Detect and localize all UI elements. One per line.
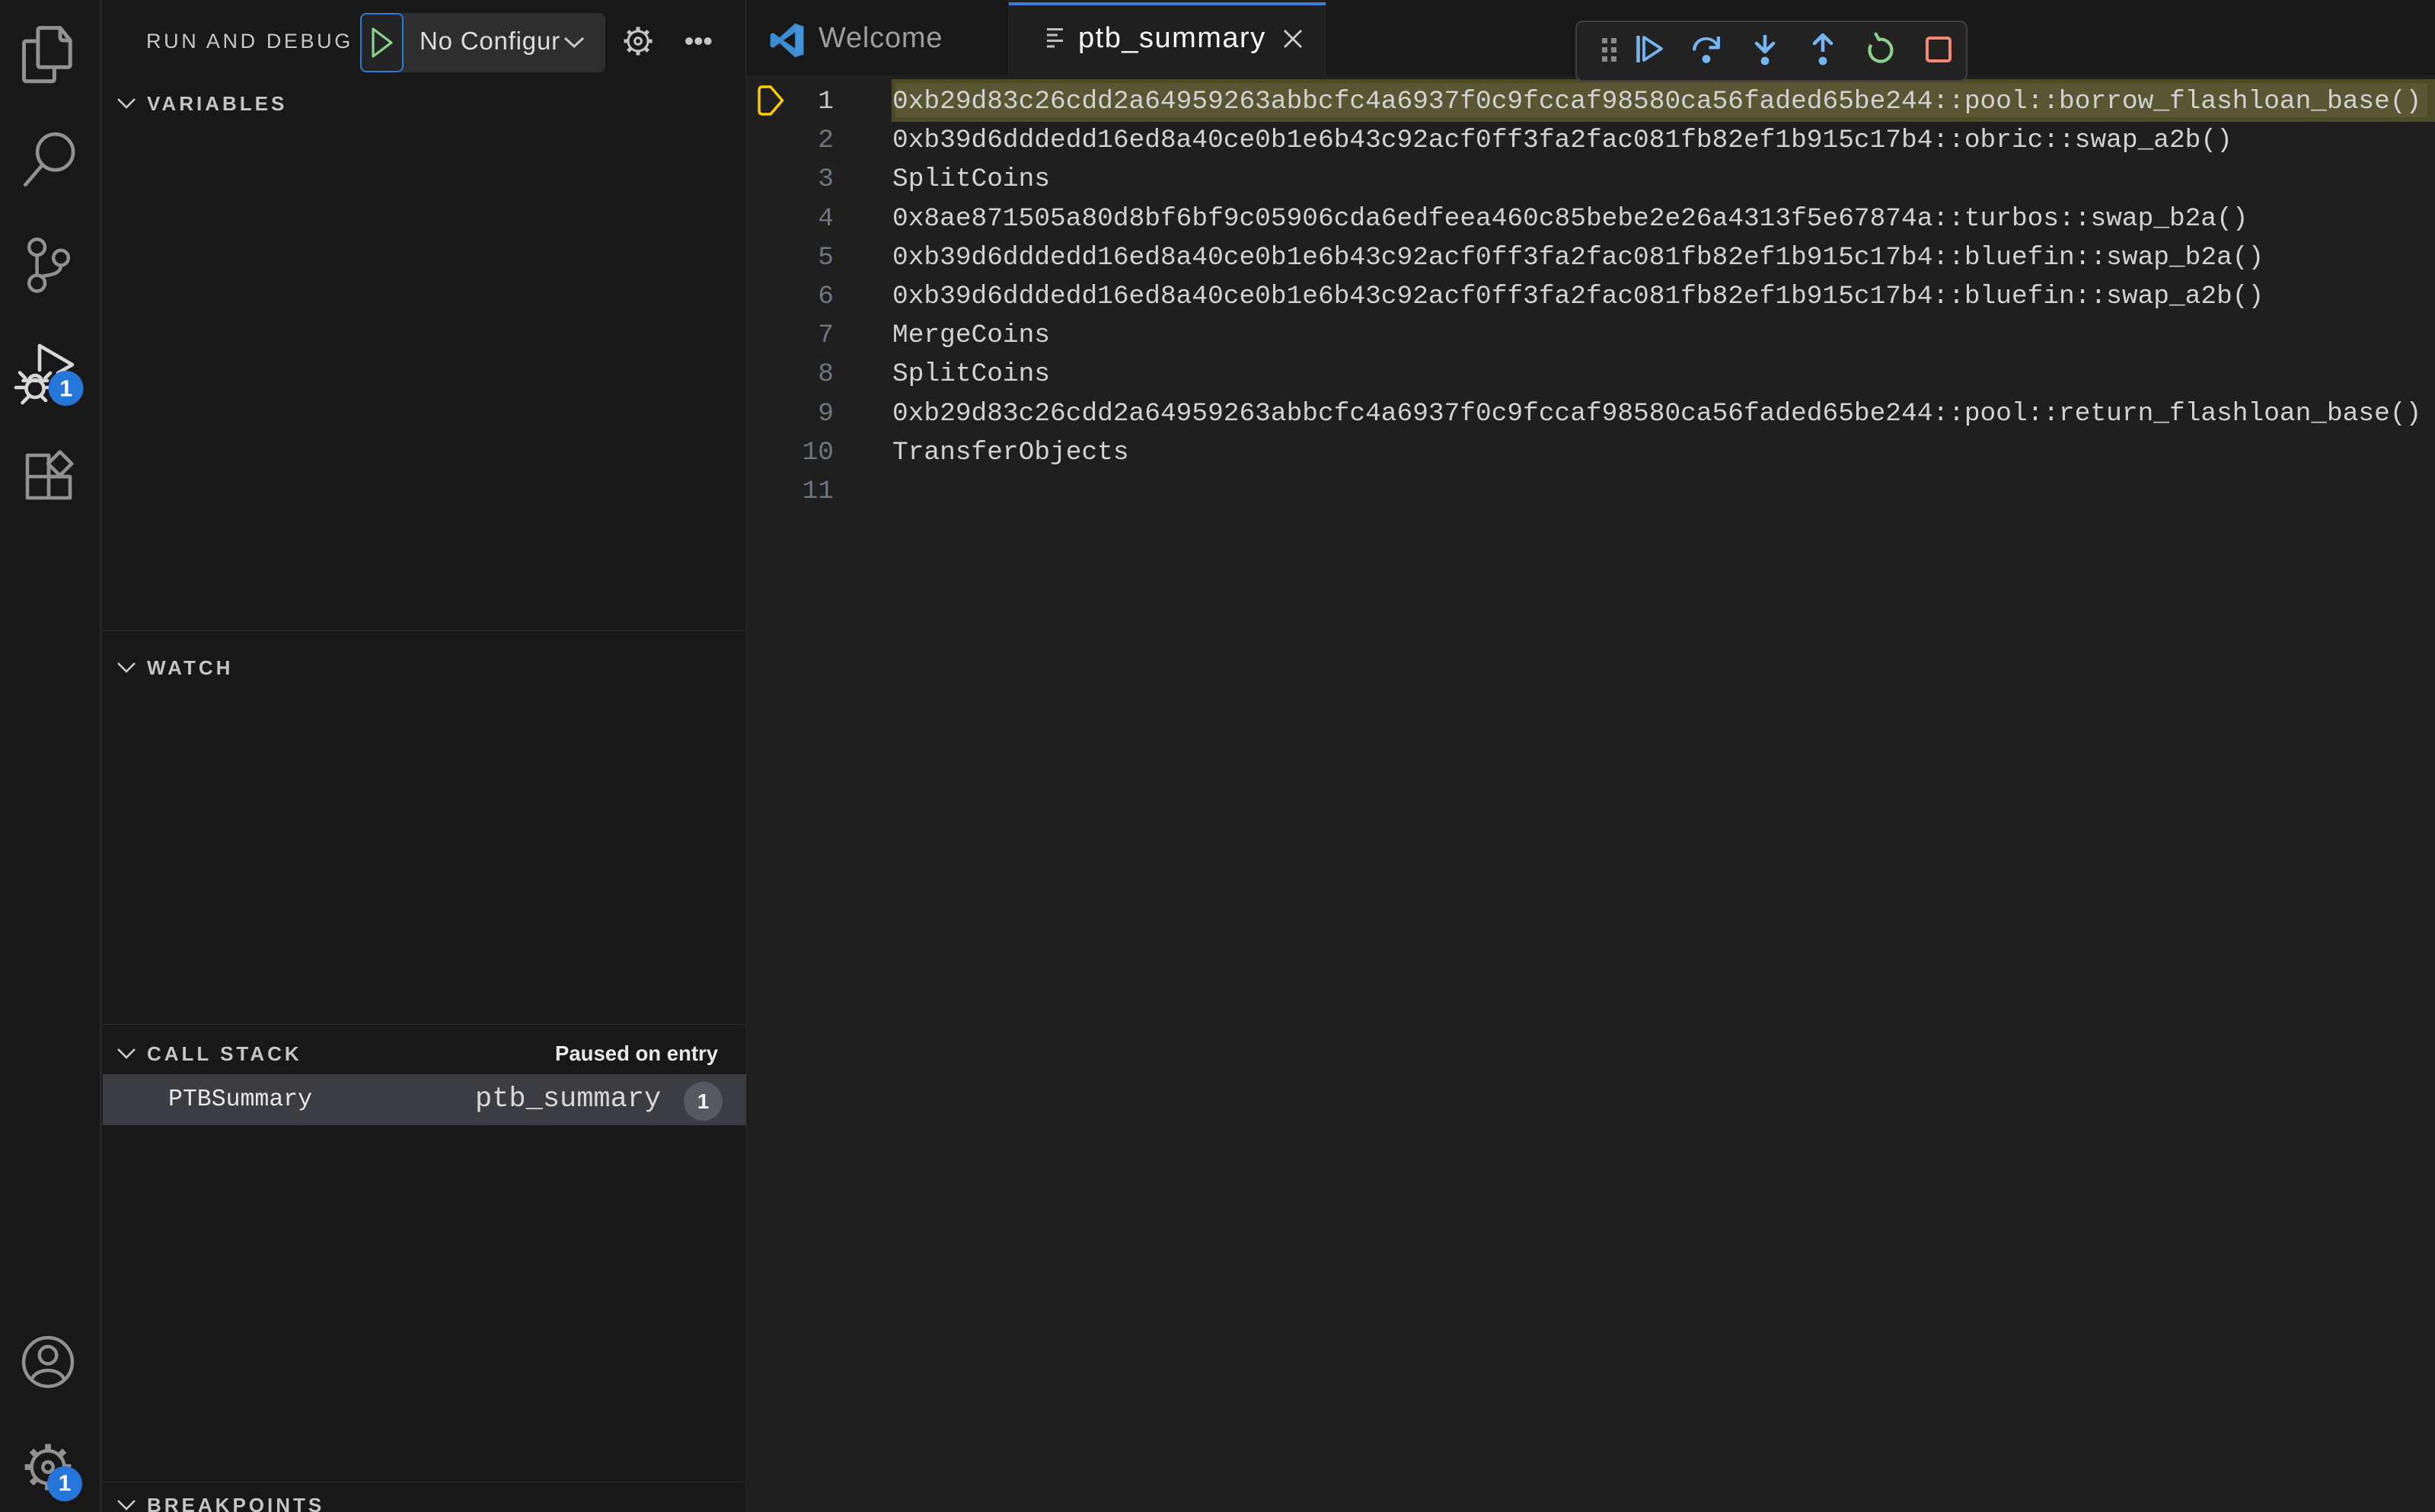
svg-text:1: 1: [59, 375, 72, 402]
